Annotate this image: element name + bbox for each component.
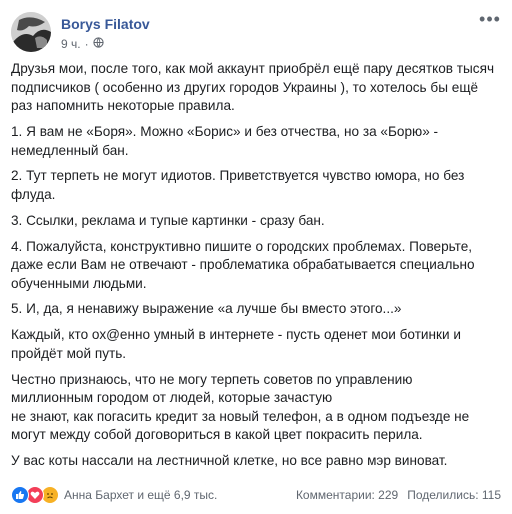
like-icon: [11, 486, 29, 504]
post-meta: 9 ч. ·: [61, 37, 104, 51]
post-paragraph: 3. Ссылки, реклама и тупые картинки - ср…: [11, 212, 325, 228]
post-paragraph: У вас коты нассали на лестничной клетке,…: [11, 453, 448, 469]
post-stats: Комментарии: 229 Поделились: 115: [296, 488, 501, 502]
post-paragraph: 4. Пожалуйста, конструктивно пишите о го…: [11, 238, 475, 291]
post-body: Друзья мои, после того, как мой аккаунт …: [11, 60, 495, 478]
post-paragraph: Друзья мои, после того, как мой аккаунт …: [11, 61, 495, 114]
meta-separator: ·: [84, 37, 89, 51]
post-header: Borys Filatov 9 ч. · •••: [11, 10, 502, 54]
author-name[interactable]: Borys Filatov: [61, 16, 150, 32]
shares-count[interactable]: Поделились: 115: [407, 488, 501, 502]
reaction-icons[interactable]: [11, 486, 59, 504]
post-paragraph: 2. Тут терпеть не могут идиотов. Приветс…: [11, 168, 465, 202]
facebook-post: Borys Filatov 9 ч. · ••• Друзья мои, пос…: [0, 0, 512, 514]
author-avatar[interactable]: [11, 12, 51, 52]
more-options-icon[interactable]: •••: [478, 10, 502, 32]
reactions-summary[interactable]: Анна Бархет и ещё 6,9 тыс.: [64, 488, 217, 502]
comments-count[interactable]: Комментарии: 229: [296, 488, 398, 502]
globe-icon[interactable]: [92, 37, 104, 51]
post-footer: Анна Бархет и ещё 6,9 тыс. Комментарии: …: [11, 484, 501, 506]
post-paragraph: Каждый, кто ох@енно умный в интернете - …: [11, 327, 461, 361]
post-paragraph: 5. И, да, я ненавижу выражение «а лучше …: [11, 301, 402, 317]
post-time[interactable]: 9 ч.: [61, 37, 81, 51]
post-paragraph: 1. Я вам не «Боря». Можно «Борис» и без …: [11, 123, 439, 158]
post-paragraph: Честно признаюсь, что не могу терпеть со…: [11, 371, 470, 443]
